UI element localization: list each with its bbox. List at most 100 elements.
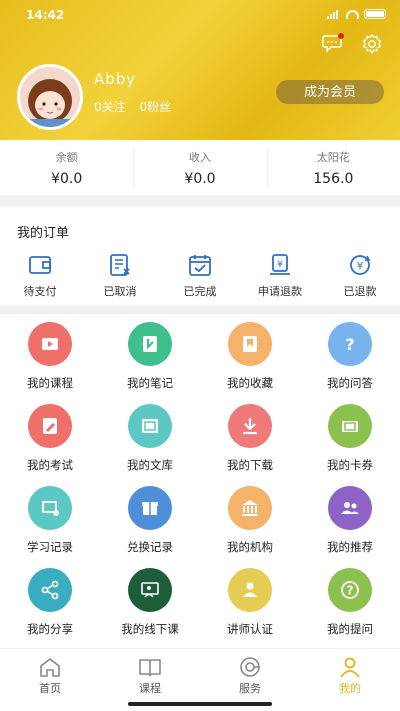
fans-count[interactable]: 0粉丝 bbox=[139, 100, 171, 114]
signal-icon bbox=[327, 9, 341, 19]
section-title: 我的订单 bbox=[17, 226, 70, 241]
feature-label: 我的卡券 bbox=[327, 458, 373, 472]
feature-my-institution[interactable]: 我的机构 bbox=[200, 486, 300, 555]
battery-icon bbox=[364, 9, 386, 19]
feature-label: 我的线下课 bbox=[121, 622, 179, 636]
avatar[interactable] bbox=[17, 64, 83, 130]
gear-icon[interactable] bbox=[361, 33, 383, 55]
wallet-icon bbox=[29, 256, 51, 274]
feature-my-library[interactable]: 我的文库 bbox=[100, 404, 200, 473]
order-pending-payment[interactable]: 待支付 bbox=[0, 252, 80, 299]
recommend-icon bbox=[328, 486, 372, 530]
become-vip-button[interactable]: 成为会员 bbox=[276, 80, 384, 104]
order-refunded[interactable]: ¥ 已退款 bbox=[320, 252, 400, 299]
institution-icon bbox=[228, 486, 272, 530]
bookmark-icon bbox=[228, 322, 272, 366]
library-icon bbox=[128, 404, 172, 448]
tab-label: 首页 bbox=[39, 682, 61, 695]
feature-my-qa[interactable]: ? 我的问答 bbox=[300, 322, 400, 391]
follow-stats: 0关注 0粉丝 bbox=[94, 98, 181, 115]
stat-income[interactable]: 收入 ¥0.0 bbox=[133, 140, 266, 195]
study-record-icon bbox=[28, 486, 72, 530]
feature-grid: 我的课程 我的笔记 我的收藏 ? 我的问答 我的考试 我的文库 我的下载 我的卡… bbox=[0, 314, 400, 648]
feature-label: 讲师认证 bbox=[227, 622, 273, 636]
feature-lecturer-certification[interactable]: 讲师认证 bbox=[200, 568, 300, 637]
feature-label: 我的机构 bbox=[227, 540, 273, 554]
feature-my-notes[interactable]: 我的笔记 bbox=[100, 322, 200, 391]
stat-label: 余额 bbox=[55, 151, 78, 164]
stat-label: 太阳花 bbox=[316, 151, 350, 164]
order-label: 待支付 bbox=[23, 285, 57, 298]
feature-label: 我的课程 bbox=[27, 376, 73, 390]
order-completed[interactable]: 已完成 bbox=[160, 252, 240, 299]
feature-label: 我的笔记 bbox=[127, 376, 173, 390]
download-icon bbox=[228, 404, 272, 448]
coupon-icon bbox=[328, 404, 372, 448]
svg-text:¥: ¥ bbox=[357, 261, 363, 272]
feature-label: 我的收藏 bbox=[227, 376, 273, 390]
feature-label: 我的分享 bbox=[27, 622, 73, 636]
username: Abby bbox=[94, 70, 137, 88]
lecturer-icon bbox=[228, 568, 272, 612]
feature-my-courses[interactable]: 我的课程 bbox=[0, 322, 100, 391]
status-bar: 14:42 bbox=[26, 8, 386, 22]
service-icon bbox=[240, 657, 260, 677]
feature-label: 我的提问 bbox=[327, 622, 373, 636]
feature-label: 我的文库 bbox=[127, 458, 173, 472]
feature-label: 兑换记录 bbox=[127, 540, 173, 554]
user-icon bbox=[340, 657, 360, 678]
feature-my-downloads[interactable]: 我的下载 bbox=[200, 404, 300, 473]
feature-label: 我的推荐 bbox=[327, 540, 373, 554]
tab-mine[interactable]: 我的 bbox=[300, 649, 400, 711]
feature-my-coupons[interactable]: 我的卡券 bbox=[300, 404, 400, 473]
feature-my-favorites[interactable]: 我的收藏 bbox=[200, 322, 300, 391]
tab-home[interactable]: 首页 bbox=[0, 649, 100, 711]
feature-label: 我的问答 bbox=[327, 376, 373, 390]
svg-text:?: ? bbox=[345, 335, 354, 354]
calendar-check-icon bbox=[189, 255, 211, 276]
feature-label: 我的考试 bbox=[27, 458, 73, 472]
order-label: 已完成 bbox=[183, 285, 217, 298]
video-icon bbox=[28, 322, 72, 366]
exam-icon bbox=[28, 404, 72, 448]
home-icon bbox=[40, 657, 60, 677]
order-label: 申请退款 bbox=[258, 285, 302, 298]
feature-my-offline-classes[interactable]: 我的线下课 bbox=[100, 568, 200, 637]
stat-value: ¥0.0 bbox=[51, 171, 83, 187]
cancel-doc-icon bbox=[110, 254, 130, 276]
feature-study-records[interactable]: 学习记录 bbox=[0, 486, 100, 555]
message-icon[interactable] bbox=[322, 33, 344, 53]
svg-text:?: ? bbox=[347, 584, 354, 598]
stat-label: 收入 bbox=[188, 151, 211, 164]
tab-label: 我的 bbox=[339, 682, 361, 695]
order-cancelled[interactable]: 已取消 bbox=[80, 252, 160, 299]
svg-text:¥: ¥ bbox=[277, 260, 283, 270]
stat-sunflower[interactable]: 太阳花 156.0 bbox=[266, 140, 400, 195]
refunded-icon: ¥ bbox=[350, 255, 371, 275]
feature-label: 我的下载 bbox=[227, 458, 273, 472]
feature-my-shares[interactable]: 我的分享 bbox=[0, 568, 100, 637]
my-orders-section: 我的订单 待支付 已取消 已完成 ¥ 申请退款 ¥ 已退款 bbox=[0, 206, 400, 306]
tab-label: 服务 bbox=[239, 682, 261, 695]
following-count[interactable]: 0关注 bbox=[94, 100, 126, 114]
exchange-icon bbox=[128, 486, 172, 530]
order-label: 已取消 bbox=[103, 285, 137, 298]
feature-label: 学习记录 bbox=[27, 540, 73, 554]
profile-header: 14:42 Abby 0关注 0粉丝 成为会员 bbox=[0, 0, 400, 140]
status-time: 14:42 bbox=[26, 8, 65, 22]
ask-icon: ? bbox=[328, 568, 372, 612]
feature-my-exams[interactable]: 我的考试 bbox=[0, 404, 100, 473]
offline-class-icon bbox=[128, 568, 172, 612]
refund-request-icon: ¥ bbox=[270, 254, 290, 275]
tab-label: 课程 bbox=[139, 682, 161, 695]
feature-my-recommendations[interactable]: 我的推荐 bbox=[300, 486, 400, 555]
order-refund-request[interactable]: ¥ 申请退款 bbox=[240, 252, 320, 299]
note-icon bbox=[128, 322, 172, 366]
feature-exchange-records[interactable]: 兑换记录 bbox=[100, 486, 200, 555]
stat-balance[interactable]: 余额 ¥0.0 bbox=[0, 140, 133, 195]
feature-my-questions[interactable]: ? 我的提问 bbox=[300, 568, 400, 637]
share-icon bbox=[28, 568, 72, 612]
book-icon bbox=[139, 659, 161, 677]
wifi-icon bbox=[346, 9, 359, 19]
home-indicator bbox=[128, 702, 272, 706]
